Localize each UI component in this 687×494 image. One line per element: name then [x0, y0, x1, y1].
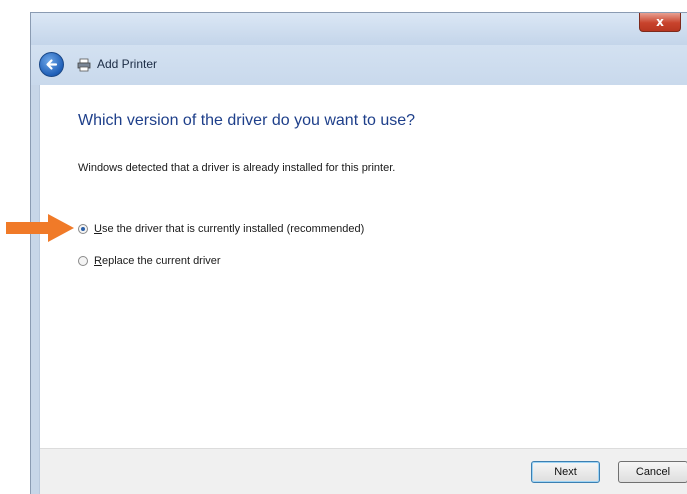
wizard-footer: Next Cancel	[40, 448, 687, 494]
page-heading: Which version of the driver do you want …	[78, 112, 416, 129]
radio-use-current-driver[interactable]	[78, 224, 88, 234]
add-printer-window: x Add Printer Which version of the drive…	[30, 12, 687, 494]
next-button[interactable]: Next	[531, 461, 600, 483]
option-replace-driver[interactable]: Replace the current driver	[78, 253, 221, 269]
window-title: Add Printer	[97, 57, 158, 71]
back-button[interactable]	[39, 52, 64, 77]
option-label: Use the driver that is currently install…	[94, 223, 365, 235]
pointer-arrow-icon	[6, 214, 74, 242]
cancel-button[interactable]: Cancel	[618, 461, 687, 483]
back-arrow-icon	[46, 59, 58, 70]
option-use-current-driver[interactable]: Use the driver that is currently install…	[78, 221, 364, 237]
title-bar[interactable]: x	[31, 13, 687, 45]
close-icon: x	[656, 15, 664, 29]
close-button[interactable]: x	[639, 13, 681, 32]
radio-replace-driver[interactable]	[78, 256, 88, 266]
wizard-content: Which version of the driver do you want …	[39, 85, 687, 494]
navigation-bar: Add Printer	[31, 45, 687, 85]
printer-icon	[77, 58, 91, 72]
option-label: Replace the current driver	[94, 255, 221, 267]
page-description: Windows detected that a driver is alread…	[78, 162, 396, 174]
